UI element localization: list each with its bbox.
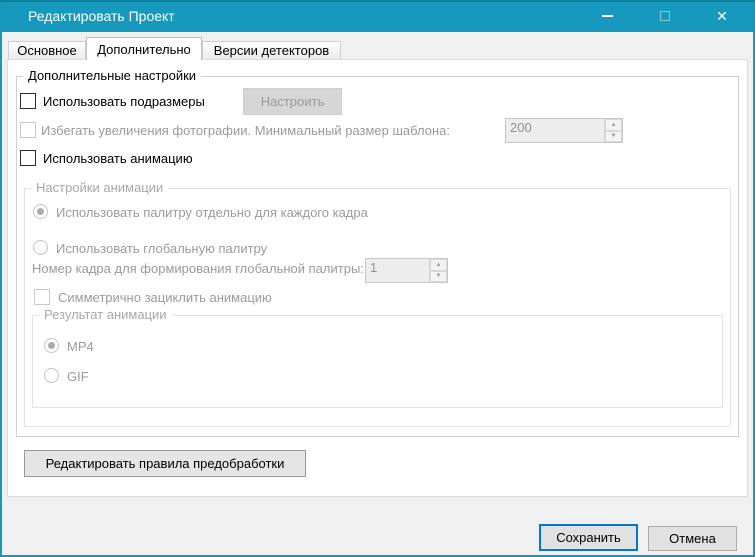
minimize-button[interactable] [582, 0, 632, 32]
tab-detector-versions-label: Версии детекторов [214, 43, 329, 58]
edit-rules-button-label: Редактировать правила предобработки [46, 456, 285, 471]
tab-additional[interactable]: Дополнительно [86, 37, 202, 60]
global-palette-label: Использовать глобальную палитру [56, 241, 267, 257]
cancel-button[interactable]: Отмена [648, 526, 737, 551]
save-button-label: Сохранить [556, 530, 621, 545]
minimize-icon [602, 15, 613, 17]
use-animation-label: Использовать анимацию [43, 151, 193, 167]
spinner-down-icon: ▼ [605, 131, 622, 143]
spinner-up-icon: ▲ [430, 259, 447, 271]
gif-label: GIF [67, 369, 89, 385]
additional-settings-group-label: Дополнительные настройки [23, 68, 201, 83]
title-bar: Редактировать Проект ✕ [0, 0, 755, 32]
window-border-top [0, 0, 755, 2]
maximize-button [640, 0, 690, 32]
tab-main-label: Основное [17, 43, 77, 58]
frame-number-spinner: 1 ▲ ▼ [365, 258, 448, 283]
mp4-radio [44, 338, 59, 353]
min-template-size-value: 200 [506, 119, 604, 142]
frame-number-label: Номер кадра для формирования глобальной … [32, 261, 364, 277]
edit-rules-button[interactable]: Редактировать правила предобработки [24, 450, 306, 477]
avoid-upscale-label: Избегать увеличения фотографии. Минималь… [41, 123, 450, 139]
use-animation-checkbox[interactable] [20, 150, 36, 166]
avoid-upscale-checkbox [20, 122, 36, 138]
spinner-down-icon: ▼ [430, 271, 447, 283]
cancel-button-label: Отмена [669, 531, 716, 546]
dialog-window: Редактировать Проект ✕ Основное Дополнит… [0, 0, 755, 557]
frame-number-value: 1 [366, 259, 429, 282]
tab-detector-versions[interactable]: Версии детекторов [202, 41, 341, 59]
palette-per-frame-radio [33, 204, 48, 219]
min-template-size-spinner: 200 ▲ ▼ [505, 118, 623, 143]
close-button[interactable]: ✕ [697, 0, 747, 32]
animation-result-group-label: Результат анимации [39, 307, 172, 322]
save-button[interactable]: Сохранить [539, 524, 638, 551]
configure-button: Настроить [243, 88, 342, 115]
window-title: Редактировать Проект [28, 0, 175, 32]
mp4-label: MP4 [67, 339, 94, 355]
symmetric-loop-label: Симметрично зациклить анимацию [58, 290, 272, 306]
tab-main[interactable]: Основное [8, 41, 86, 59]
animation-settings-group-label: Настройки анимации [31, 180, 168, 195]
configure-button-label: Настроить [261, 94, 325, 109]
use-subsizes-label: Использовать подразмеры [43, 94, 205, 110]
palette-per-frame-label: Использовать палитру отдельно для каждог… [56, 205, 368, 221]
global-palette-radio [33, 240, 48, 255]
gif-radio [44, 368, 59, 383]
window-border-left [0, 0, 2, 557]
tab-additional-label: Дополнительно [97, 42, 191, 57]
spinner-up-icon: ▲ [605, 119, 622, 131]
close-icon: ✕ [716, 9, 728, 23]
use-subsizes-checkbox[interactable] [20, 93, 36, 109]
maximize-icon [660, 11, 670, 21]
animation-result-group: Результат анимации [32, 315, 723, 408]
symmetric-loop-checkbox [34, 289, 50, 305]
